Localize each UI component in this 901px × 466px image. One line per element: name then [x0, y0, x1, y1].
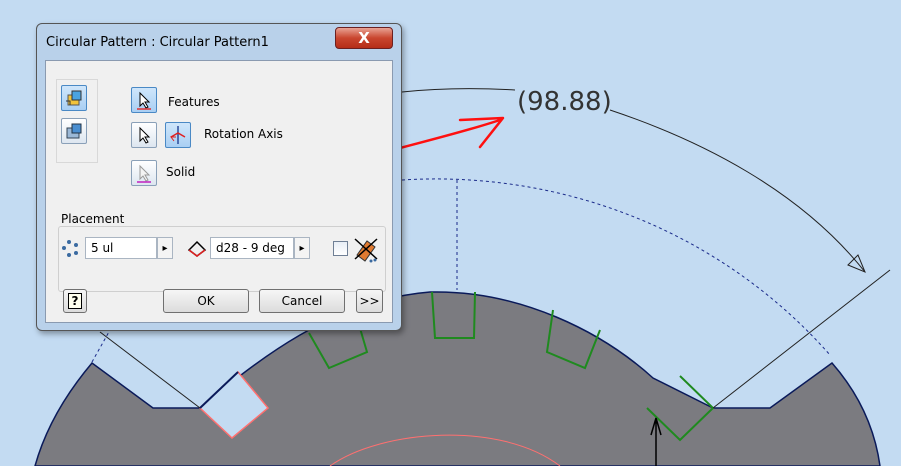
- midplane-icon: [354, 238, 378, 263]
- rotation-axis-select-button[interactable]: [131, 122, 157, 148]
- count-icon: [62, 240, 78, 257]
- pattern-individual-features-icon: [66, 90, 82, 106]
- angle-dropdown-button[interactable]: ▸: [294, 237, 310, 259]
- placement-label: Placement: [59, 212, 127, 226]
- rotation-axis-label: Rotation Axis: [204, 127, 283, 141]
- pattern-solid-button[interactable]: [61, 118, 87, 144]
- pattern-individual-features-button[interactable]: [61, 85, 87, 111]
- close-button[interactable]: X: [335, 27, 393, 49]
- help-icon: ?: [67, 293, 83, 309]
- angle-field[interactable]: d28 - 9 deg: [210, 237, 294, 259]
- cancel-button[interactable]: Cancel: [259, 289, 345, 313]
- features-label: Features: [168, 95, 220, 109]
- midplane-checkbox[interactable]: [333, 241, 348, 256]
- solid-select-button[interactable]: [131, 160, 157, 186]
- placement-group: [58, 226, 386, 292]
- flip-axis-button[interactable]: [165, 122, 191, 148]
- features-select-button[interactable]: [131, 87, 157, 113]
- solid-label: Solid: [166, 165, 196, 179]
- pattern-solid-icon: [66, 123, 82, 139]
- dialog-titlebar[interactable]: Circular Pattern : Circular Pattern1 X: [37, 24, 401, 60]
- occurrence-count-field[interactable]: 5 ul: [85, 237, 157, 259]
- dialog-client: Features Rotation Axis Solid Placement 5…: [45, 60, 393, 323]
- dimension-value[interactable]: (98.88): [517, 87, 612, 117]
- count-dropdown-button[interactable]: ▸: [157, 237, 173, 259]
- select-arrow-icon: [137, 91, 151, 110]
- ok-button[interactable]: OK: [163, 289, 249, 313]
- close-icon: X: [358, 29, 370, 47]
- circular-pattern-dialog[interactable]: Circular Pattern : Circular Pattern1 X F…: [36, 23, 402, 331]
- midplane-button[interactable]: [353, 235, 379, 263]
- angle-icon: [187, 240, 207, 257]
- dialog-title: Circular Pattern : Circular Pattern1: [46, 35, 269, 50]
- flip-axis-icon: [170, 126, 186, 144]
- more-options-button[interactable]: >>: [356, 289, 383, 313]
- select-arrow-icon: [139, 126, 151, 144]
- help-button[interactable]: ?: [63, 289, 87, 313]
- select-arrow-icon: [137, 164, 151, 183]
